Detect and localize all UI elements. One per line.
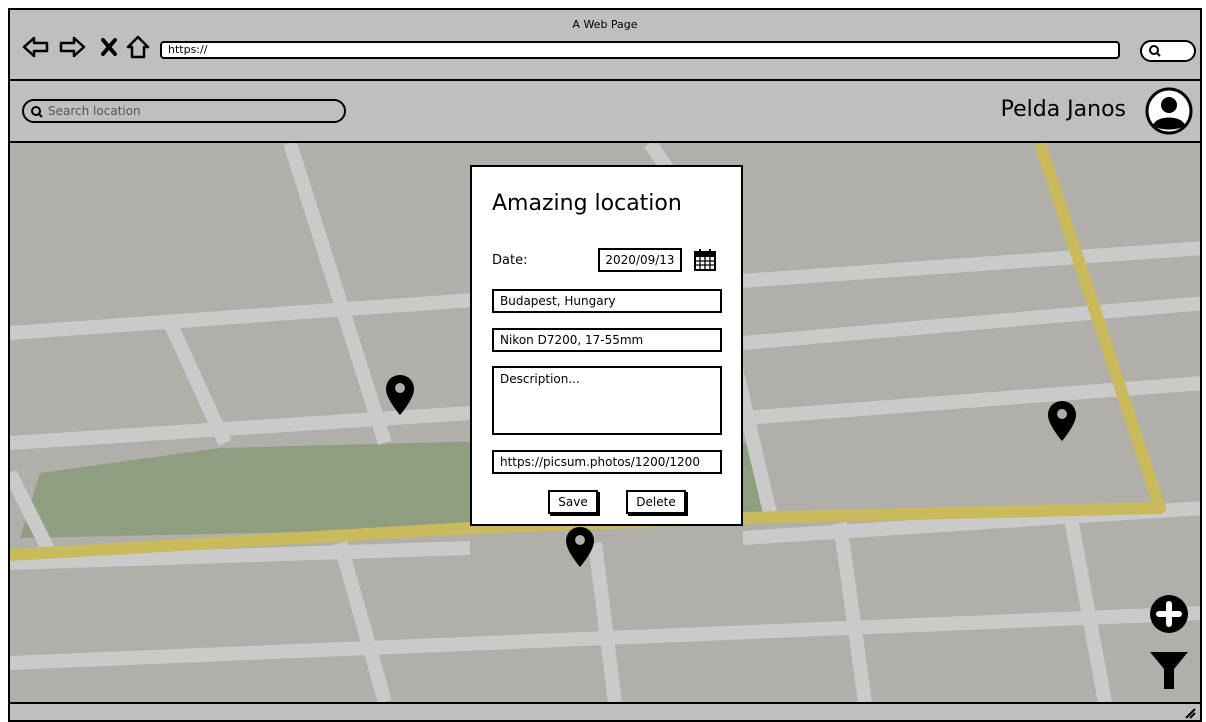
card-title: Amazing location [492, 191, 682, 216]
browser-search-button[interactable] [1140, 40, 1196, 62]
save-button[interactable]: Save [548, 490, 598, 514]
image-url-field[interactable]: https://picsum.photos/1200/1200 [492, 450, 722, 474]
map-pin-icon[interactable] [566, 527, 594, 567]
resize-grip-icon[interactable] [1182, 705, 1196, 720]
description-field[interactable]: Description... [492, 366, 722, 435]
calendar-icon[interactable] [693, 248, 717, 276]
browser-window: A Web Page https:// Search location Peld… [8, 8, 1202, 722]
close-icon[interactable] [100, 37, 118, 61]
search-icon [30, 105, 44, 125]
user-name: Pelda Janos [1000, 97, 1126, 122]
arrow-left-icon[interactable] [22, 34, 50, 64]
home-icon[interactable] [126, 34, 150, 64]
map-pin-icon[interactable] [1048, 401, 1076, 441]
search-location-input[interactable]: Search location [22, 99, 346, 123]
search-icon [1149, 45, 1161, 57]
date-label: Date: [492, 253, 528, 268]
location-detail-card: Amazing location Date: 2020/09/13 Budape… [470, 165, 743, 526]
delete-button[interactable]: Delete [626, 490, 686, 514]
browser-toolbar: A Web Page https:// [10, 10, 1200, 81]
page-title: A Web Page [572, 18, 638, 31]
app-header: Search location Pelda Janos [10, 81, 1200, 143]
arrow-right-icon[interactable] [58, 34, 86, 64]
status-bar [10, 702, 1200, 720]
search-placeholder: Search location [48, 104, 141, 118]
location-field[interactable]: Budapest, Hungary [492, 289, 722, 313]
map-pin-icon[interactable] [386, 375, 414, 415]
camera-field[interactable]: Nikon D7200, 17-55mm [492, 328, 722, 352]
plus-circle-icon [1150, 595, 1188, 633]
date-field[interactable]: 2020/09/13 [598, 248, 682, 272]
filter-icon [1150, 652, 1188, 689]
user-avatar-icon[interactable] [1144, 86, 1194, 140]
url-bar[interactable]: https:// [160, 41, 1120, 59]
description-placeholder: Description... [500, 372, 580, 386]
